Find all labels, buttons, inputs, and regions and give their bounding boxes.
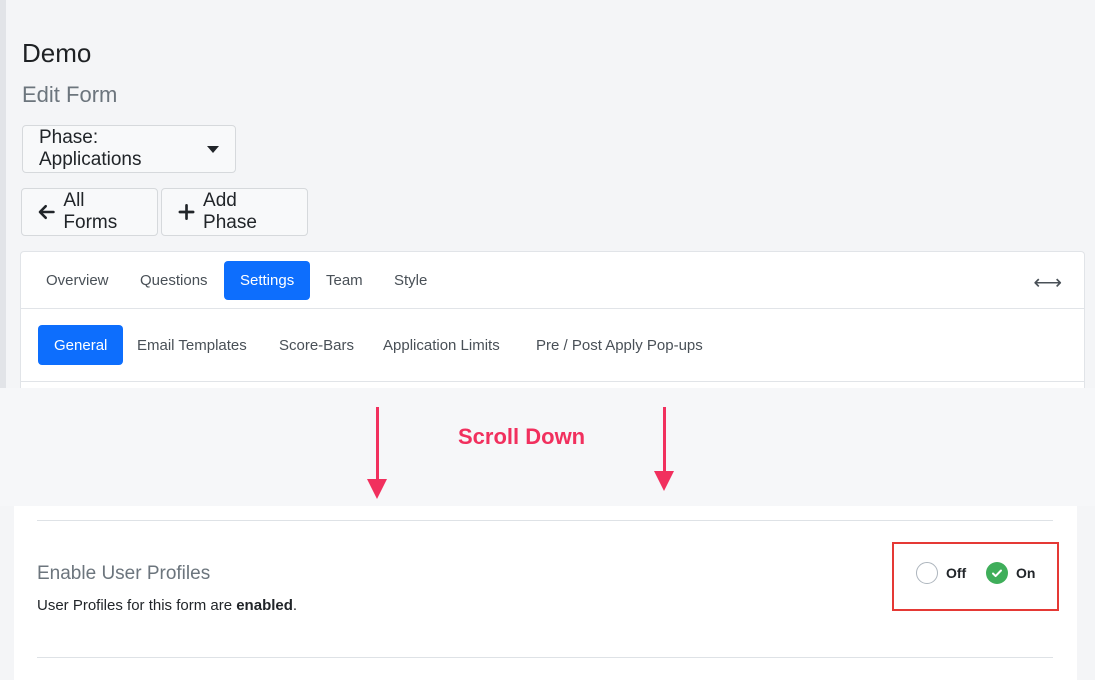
scroll-down-label: Scroll Down [458,424,586,449]
settings-subtabs: General Email Templates Score-Bars Appli… [21,310,1084,382]
scroll-down-annotation: Scroll Down [0,388,1095,506]
page-title: Demo [22,38,92,68]
arrow-left-icon [38,204,55,220]
phase-dropdown-label: Phase: Applications [39,127,142,170]
setting-status: enabled [236,597,293,614]
arrow-down-icon [367,407,387,499]
setting-description: User Profiles for this form are enabled. [37,597,298,614]
subtab-application-limits[interactable]: Application Limits [367,325,516,365]
subtab-email-templates[interactable]: Email Templates [121,325,263,365]
divider [37,520,1053,521]
subtab-score-bars[interactable]: Score-Bars [263,325,370,365]
tab-team[interactable]: Team [310,261,379,300]
highlight-box: Off On [892,542,1059,611]
plus-icon [178,204,195,220]
all-forms-button[interactable]: All Forms [21,188,158,236]
option-on[interactable]: On [986,562,1035,584]
setting-title: Enable User Profiles [37,563,211,584]
add-phase-button[interactable]: Add Phase [161,188,308,236]
tab-settings[interactable]: Settings [224,261,311,300]
page-subtitle: Edit Form [22,82,118,107]
option-on-label: On [1016,565,1036,581]
phase-dropdown-button[interactable]: Phase: Applications [22,125,236,173]
page-header-area: Demo Edit Form Phase: Applications All F… [0,0,1095,388]
tab-questions[interactable]: Questions [124,261,224,300]
divider [37,657,1053,658]
expand-horizontal-icon[interactable]: ⟷ [1033,270,1062,295]
tab-style[interactable]: Style [378,261,443,300]
option-off-label: Off [946,565,967,581]
option-off[interactable]: Off [916,562,966,584]
caret-down-icon [207,145,219,153]
subtab-general[interactable]: General [38,325,124,365]
all-forms-label: All Forms [63,190,118,233]
subtab-pre-post-apply-popups[interactable]: Pre / Post Apply Pop-ups [520,325,719,365]
setting-section: Enable User Profiles User Profiles for t… [14,506,1077,680]
tab-overview[interactable]: Overview [30,261,125,300]
arrow-down-icon [654,407,674,491]
check-circle-icon[interactable] [986,562,1008,584]
add-phase-label: Add Phase [203,190,257,233]
form-settings-card: Overview Questions Settings Team Style ⟷… [20,251,1085,388]
radio-off[interactable] [916,562,938,584]
main-tabs: Overview Questions Settings Team Style ⟷ [21,252,1084,309]
